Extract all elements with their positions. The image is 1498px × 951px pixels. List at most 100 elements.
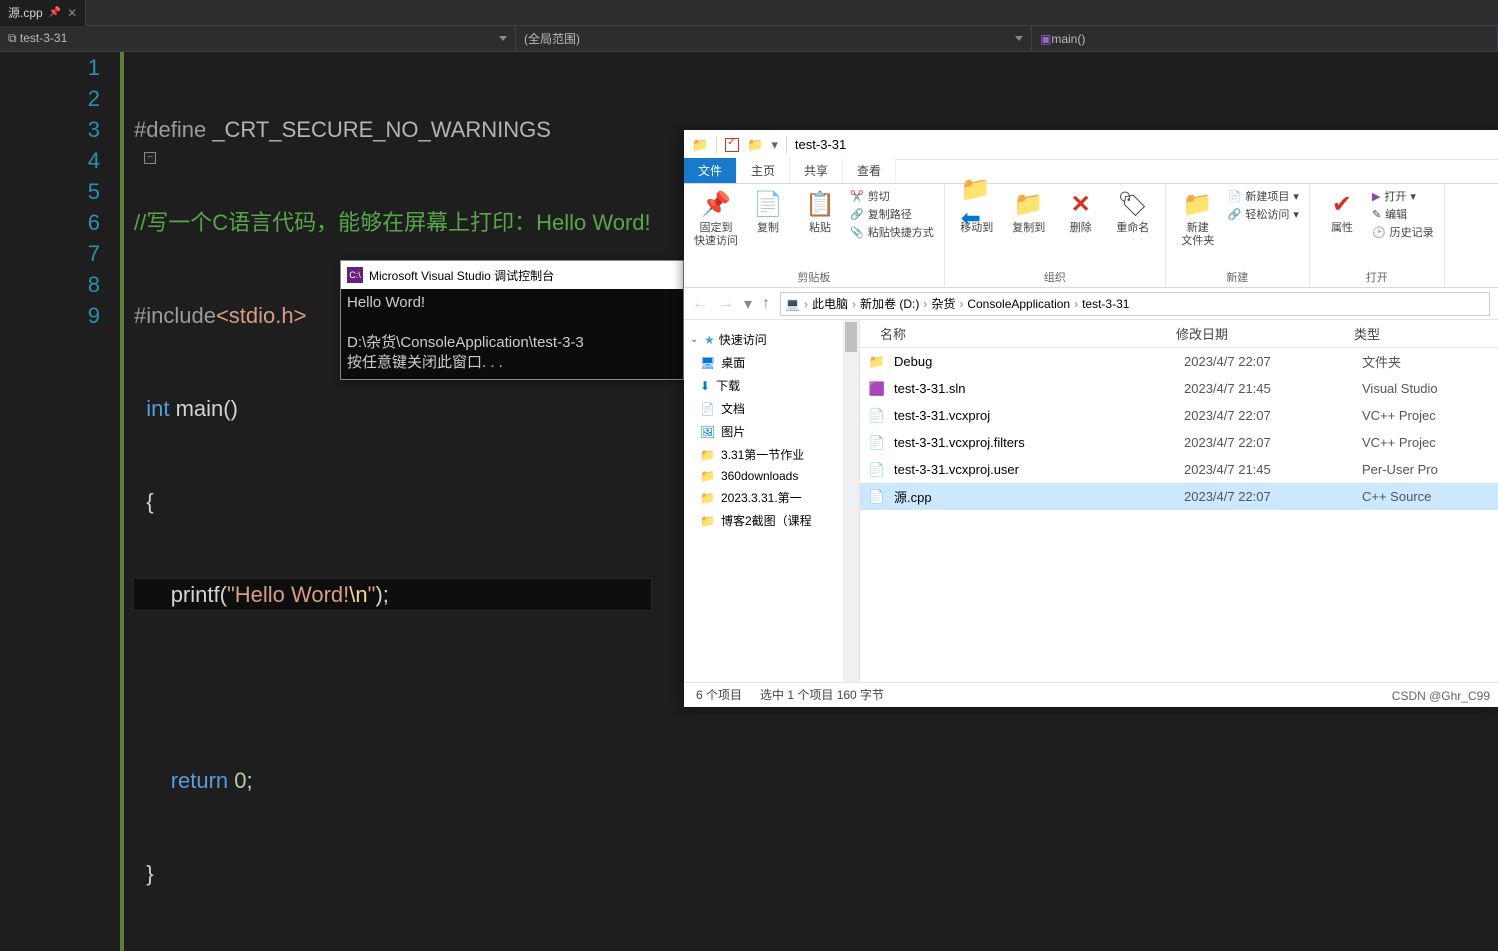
rename-button[interactable]: 🏷重命名 — [1111, 188, 1155, 235]
close-icon[interactable]: ✕ — [67, 6, 77, 20]
change-indicator — [120, 52, 124, 951]
ribbon: 📌固定到 快速访问 📄复制 📋粘贴 ✂️剪切 🔗复制路径 📎粘贴快捷方式 剪贴板… — [684, 184, 1498, 288]
nav-func-dropdown[interactable]: ▣ main() — [1032, 26, 1498, 51]
edit-icon: ✎ — [1372, 208, 1381, 221]
desktop-icon: 🖥 — [700, 356, 715, 370]
history-icon: 🕑 — [1372, 226, 1386, 239]
col-name[interactable]: 名称 — [860, 324, 1176, 343]
back-button[interactable]: ← — [692, 295, 708, 313]
newfolder-button[interactable]: 📁新建 文件夹 — [1176, 188, 1220, 248]
tree-folder[interactable]: 📁2023.3.31.第一 — [688, 486, 855, 509]
folder-icon: 📁 — [700, 469, 715, 483]
nav-tree[interactable]: ⌄★快速访问 🖥桌面 ⬇下载 📄文档 🖼图片 📁3.31第一节作业 📁360do… — [684, 320, 860, 682]
tab-file[interactable]: 文件 — [684, 158, 737, 183]
tree-quick-access[interactable]: ⌄★快速访问 — [688, 328, 855, 351]
tree-folder[interactable]: 📁360downloads — [688, 466, 855, 486]
file-row[interactable]: 📄test-3-31.vcxproj.user2023/4/7 21:45Per… — [860, 456, 1498, 483]
shortcut-icon: 📎 — [850, 226, 864, 239]
col-date[interactable]: 修改日期 — [1176, 324, 1354, 343]
copyto-icon: 📁 — [1013, 188, 1045, 220]
file-row[interactable]: 📄源.cpp2023/4/7 22:07C++ Source — [860, 483, 1498, 510]
tree-desktop[interactable]: 🖥桌面 — [688, 351, 855, 374]
file-list: 名称 修改日期 类型 📁Debug2023/4/7 22:07文件夹🟪test-… — [860, 320, 1498, 682]
document-icon: 📄 — [700, 402, 715, 416]
line-gutter: 12 34 56 78 9 — [0, 52, 120, 951]
chevron-down-icon[interactable]: ▾ — [771, 137, 778, 153]
debug-console: C:\ Microsoft Visual Studio 调试控制台 Hello … — [340, 260, 684, 380]
pin-icon[interactable]: 📌 — [49, 7, 61, 18]
scrollbar[interactable] — [843, 320, 859, 682]
pasteshortcut-button[interactable]: 📎粘贴快捷方式 — [850, 224, 934, 240]
copy-button[interactable]: 📄复制 — [746, 188, 790, 235]
vs-tab-row: 源.cpp 📌 ✕ — [0, 0, 1498, 26]
tree-pictures[interactable]: 🖼图片 — [688, 420, 855, 443]
path-icon: 🔗 — [850, 208, 864, 221]
sln-icon: 🟪 — [868, 381, 886, 397]
up-button[interactable]: ↑ — [762, 295, 770, 313]
nav-project-dropdown[interactable]: ⧉ test-3-31 — [0, 26, 516, 51]
tree-folder[interactable]: 📁博客2截图（课程 — [688, 509, 855, 532]
download-icon: ⬇ — [700, 379, 710, 393]
tab-view[interactable]: 查看 — [843, 158, 896, 183]
code-body[interactable]: #define _CRT_SECURE_NO_WARNINGS //写一个C语言… — [134, 52, 651, 951]
file-row[interactable]: 📁Debug2023/4/7 22:07文件夹 — [860, 348, 1498, 375]
star-icon: ★ — [704, 333, 715, 347]
chevron-down-icon[interactable]: ▾ — [744, 294, 752, 314]
nav-scope-dropdown[interactable]: (全局范围) — [516, 26, 1032, 51]
folder-icon: 📁 — [747, 137, 763, 153]
open-button[interactable]: ▶打开 ▾ — [1372, 188, 1416, 204]
tree-downloads[interactable]: ⬇下载 — [688, 374, 855, 397]
cut-button[interactable]: ✂️剪切 — [850, 188, 890, 204]
pin-button[interactable]: 📌固定到 快速访问 — [694, 188, 738, 248]
checkbox-icon[interactable] — [725, 138, 739, 152]
item-count: 6 个项目 — [696, 686, 742, 703]
forward-button[interactable]: → — [718, 295, 734, 313]
tab-home[interactable]: 主页 — [737, 158, 790, 183]
selection-info: 选中 1 个项目 160 字节 — [760, 686, 884, 703]
col-type[interactable]: 类型 — [1354, 324, 1498, 343]
edit-button[interactable]: ✎编辑 — [1372, 206, 1407, 222]
chevron-down-icon — [499, 36, 507, 41]
copyto-button[interactable]: 📁复制到 — [1007, 188, 1051, 235]
column-headers[interactable]: 名称 修改日期 类型 — [860, 320, 1498, 348]
newfolder-icon: 📁 — [1182, 188, 1214, 220]
file-row[interactable]: 🟪test-3-31.sln2023/4/7 21:45Visual Studi… — [860, 375, 1498, 402]
moveto-button[interactable]: 📁⬅移动到 — [955, 188, 999, 235]
tab-share[interactable]: 共享 — [790, 158, 843, 183]
proj-icon: 📄 — [868, 408, 886, 424]
console-output: Hello Word! D:\杂货\ConsoleApplication\tes… — [341, 289, 683, 377]
watermark: CSDN @Ghr_C99 — [1392, 689, 1490, 703]
newitem-button[interactable]: 📄新建项目 ▾ — [1228, 188, 1299, 204]
properties-button[interactable]: ✔属性 — [1320, 188, 1364, 235]
breadcrumb[interactable]: 💻› 此电脑› 新加卷 (D:)› 杂货› ConsoleApplication… — [780, 292, 1490, 316]
console-title-text: Microsoft Visual Studio 调试控制台 — [369, 267, 554, 284]
paste-button[interactable]: 📋粘贴 — [798, 188, 842, 235]
chevron-down-icon — [1015, 36, 1023, 41]
file-row[interactable]: 📄test-3-31.vcxproj.filters2023/4/7 22:07… — [860, 429, 1498, 456]
explorer-titlebar[interactable]: 📁 📁 ▾ test-3-31 — [684, 130, 1498, 160]
tree-documents[interactable]: 📄文档 — [688, 397, 855, 420]
cube-icon: ▣ — [1040, 32, 1051, 46]
easyaccess-icon: 🔗 — [1228, 208, 1242, 221]
delete-button[interactable]: ✕删除 — [1059, 188, 1103, 235]
nav-project-label: test-3-31 — [20, 31, 67, 45]
copypath-button[interactable]: 🔗复制路径 — [850, 206, 912, 222]
address-bar-row: ← → ▾ ↑ 💻› 此电脑› 新加卷 (D:)› 杂货› ConsoleApp… — [684, 288, 1498, 320]
history-button[interactable]: 🕑历史记录 — [1372, 224, 1434, 240]
vs-nav-bar: ⧉ test-3-31 (全局范围) ▣ main() — [0, 26, 1498, 52]
cpp-icon: ⧉ — [8, 31, 17, 45]
console-titlebar[interactable]: C:\ Microsoft Visual Studio 调试控制台 — [341, 261, 683, 289]
easyaccess-button[interactable]: 🔗轻松访问 ▾ — [1228, 206, 1299, 222]
nav-scope-label: (全局范围) — [524, 30, 580, 47]
tree-folder[interactable]: 📁3.31第一节作业 — [688, 443, 855, 466]
file-tab[interactable]: 源.cpp 📌 ✕ — [0, 0, 86, 26]
open-icon: ▶ — [1372, 190, 1380, 203]
explorer-title: test-3-31 — [795, 137, 846, 152]
pin-icon: 📌 — [700, 188, 732, 220]
folder-icon: 📁 — [700, 491, 715, 505]
scissors-icon: ✂️ — [850, 190, 864, 203]
file-row[interactable]: 📄test-3-31.vcxproj2023/4/7 22:07VC++ Pro… — [860, 402, 1498, 429]
moveto-icon: 📁⬅ — [961, 188, 993, 220]
fold-toggle[interactable]: − — [144, 152, 156, 164]
proj-icon: 📄 — [868, 462, 886, 478]
